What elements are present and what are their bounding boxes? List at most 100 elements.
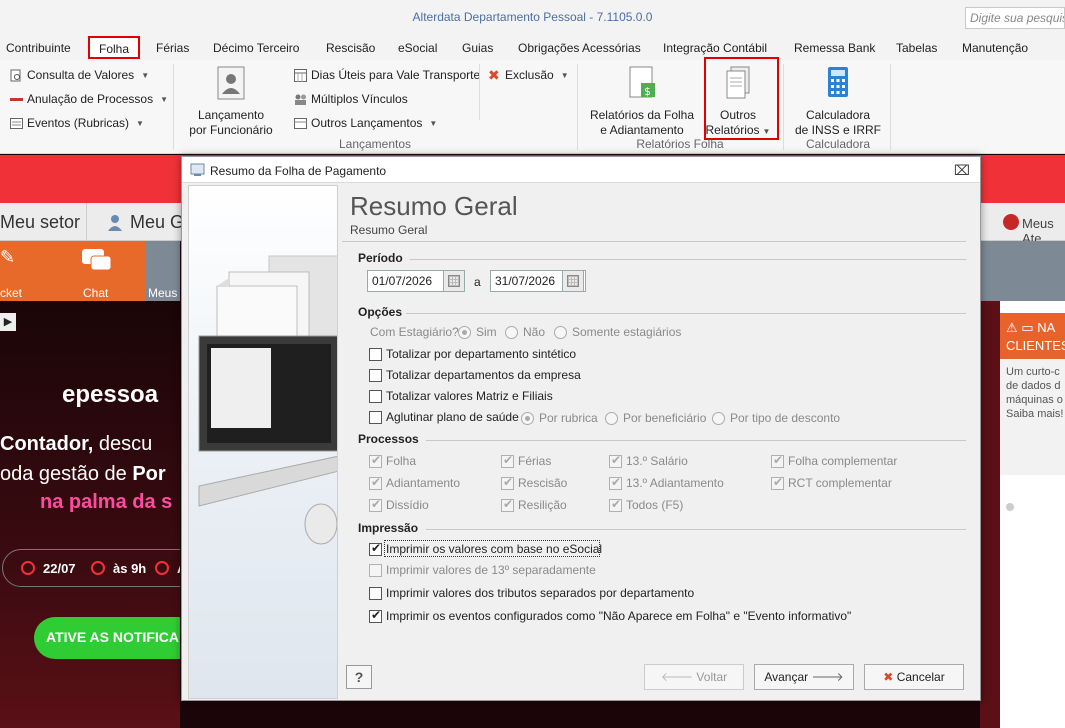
imprimir-13-checkbox[interactable] <box>369 564 382 577</box>
calculadora-button[interactable]: Calculadora de INSS e IRRF <box>794 66 882 138</box>
menu-rescisao[interactable]: Rescisão <box>326 41 375 55</box>
cancelar-button[interactable]: ✖ Cancelar <box>864 664 964 690</box>
calendar-icon <box>294 68 307 82</box>
epessoal-logo: epessoa <box>62 381 159 408</box>
list-icon <box>10 117 23 130</box>
menu-contribuinte[interactable]: Contribuinte <box>6 41 71 55</box>
menu-bar: Contribuinte Folha Férias Décimo Terceir… <box>0 36 1065 60</box>
people-icon <box>294 93 307 106</box>
calendar-end-icon[interactable] <box>562 270 584 292</box>
processo-rescisao-checkbox[interactable] <box>501 475 514 490</box>
calculator-icon <box>794 66 882 104</box>
menu-ferias[interactable]: Férias <box>156 41 189 55</box>
chat-icon <box>81 247 113 278</box>
period-separator: a <box>474 275 481 289</box>
estagiario-somente-radio[interactable] <box>554 326 567 339</box>
processo-rct-complementar-checkbox[interactable] <box>771 475 784 490</box>
processo-ferias-checkbox[interactable] <box>501 453 514 468</box>
anulacao-processos-button[interactable]: Anulação de Processos ▼ <box>10 92 168 106</box>
multiplos-vinculos-button[interactable]: Múltiplos Vínculos <box>294 92 408 106</box>
search-doc-icon <box>10 69 23 82</box>
aglutinar-plano-checkbox[interactable] <box>369 411 382 424</box>
cancel-bar-icon <box>10 93 23 106</box>
menu-tabelas[interactable]: Tabelas <box>896 41 937 55</box>
dias-uteis-button[interactable]: Dias Úteis para Vale Transporte <box>294 68 480 82</box>
ticket-tile[interactable]: ✎ cket <box>0 241 40 301</box>
menu-guias[interactable]: Guias <box>462 41 493 55</box>
processo-adiantamento-checkbox[interactable] <box>369 475 382 490</box>
chevron-down-icon: ▼ <box>560 70 569 80</box>
processo-13-salario-checkbox[interactable] <box>609 453 622 468</box>
exclusao-button[interactable]: ✖ Exclusão ▼ <box>488 68 569 83</box>
arrow-right-icon: 🡒 <box>811 670 844 684</box>
ticket-icon: ✎ <box>0 247 16 267</box>
voltar-button[interactable]: 🡐 Voltar <box>644 664 744 690</box>
processo-todos-checkbox[interactable] <box>609 497 622 512</box>
search-input[interactable]: Digite sua pesquisa <box>965 7 1065 29</box>
employee-form-icon <box>186 66 276 104</box>
estagiario-nao-radio[interactable] <box>505 326 518 339</box>
gray-strip <box>980 241 1065 301</box>
dialog-content: Resumo Geral Resumo Geral Período 01/07/… <box>338 185 974 645</box>
menu-folha[interactable]: Folha <box>88 36 141 59</box>
totalizar-depto-empresa-checkbox[interactable] <box>369 369 382 382</box>
menu-obrigacoes[interactable]: Obrigações Acessórias <box>518 41 641 55</box>
processo-resilicao-checkbox[interactable] <box>501 497 514 512</box>
group-relatorios-label: Relatórios Folha <box>636 137 724 151</box>
wizard-illustration <box>188 185 338 699</box>
app-title: Alterdata Departamento Pessoal - 7.1105.… <box>412 10 653 24</box>
focus-indicator <box>384 540 600 557</box>
meu-setor-tab[interactable]: Meu setor <box>0 212 80 233</box>
chevron-down-icon: ▼ <box>429 118 438 128</box>
section-impressao: Impressão <box>358 521 419 535</box>
processo-dissidio-checkbox[interactable] <box>369 497 382 512</box>
ribbon: Consulta de Valores ▼ Anulação de Process… <box>0 57 1065 154</box>
computer-documents-illustration <box>198 255 337 545</box>
eventos-rubricas-button[interactable]: Eventos (Rubricas) ▼ <box>10 116 144 130</box>
totalizar-depto-sintetico-checkbox[interactable] <box>369 348 382 361</box>
menu-remessa[interactable]: Remessa Bank <box>794 41 875 55</box>
lancamento-funcionario-button[interactable]: Lançamento por Funcionário <box>186 66 276 138</box>
cancel-x-icon: ✖ <box>883 670 894 684</box>
imprimir-esocial-checkbox[interactable] <box>369 541 382 556</box>
aglutinar-desconto-radio[interactable] <box>712 412 725 425</box>
relatorios-folha-button[interactable]: $ Relatórios da Folha e Adiantamento <box>588 66 696 138</box>
ative-notificacoes-button[interactable]: ATIVE AS NOTIFICA <box>34 617 180 659</box>
group-calculadora-label: Calculadora <box>805 137 871 151</box>
processo-folha-complementar-checkbox[interactable] <box>771 453 784 468</box>
section-processos: Processos <box>358 432 419 446</box>
chevron-down-icon: ▼ <box>160 94 168 104</box>
clock-icon <box>91 561 105 575</box>
outros-lancamentos-button[interactable]: Outros Lançamentos ▼ <box>294 116 437 130</box>
play-arrow-icon[interactable]: ▶ <box>0 313 16 331</box>
menu-manutencao[interactable]: Manutenção <box>962 41 1028 55</box>
estagiario-label: Com Estagiário? <box>370 325 459 339</box>
close-icon[interactable]: ⌧ <box>954 162 970 179</box>
imprimir-tributos-checkbox[interactable] <box>369 587 382 600</box>
group-lancamentos-label: Lançamentos <box>338 137 412 151</box>
help-button[interactable]: ? <box>346 665 372 689</box>
calendar-start-icon[interactable] <box>443 270 465 292</box>
menu-decimo-terceiro[interactable]: Décimo Terceiro <box>213 41 299 55</box>
processo-13-adiantamento-checkbox[interactable] <box>609 475 622 490</box>
warning-icon: ⚠ <box>1006 320 1018 335</box>
money-report-icon: $ <box>588 66 696 104</box>
notification-card: ⚠ ▭ NA CLIENTES Um curto-c de dados d má… <box>1000 313 1065 475</box>
consulta-valores-button[interactable]: Consulta de Valores ▼ <box>10 68 149 82</box>
processo-folha-checkbox[interactable] <box>369 453 382 468</box>
section-periodo: Período <box>358 251 403 265</box>
totalizar-matriz-checkbox[interactable] <box>369 390 382 403</box>
page-subtitle: Resumo Geral <box>350 223 428 237</box>
aglutinar-rubrica-radio[interactable] <box>521 412 534 425</box>
estagiario-sim-radio[interactable] <box>458 326 471 339</box>
imprimir-eventos-checkbox[interactable] <box>369 608 382 623</box>
avancar-button[interactable]: Avançar 🡒 <box>754 664 854 690</box>
menu-integracao[interactable]: Integração Contábil <box>663 41 767 55</box>
aglutinar-beneficiario-radio[interactable] <box>605 412 618 425</box>
saiba-mais-link[interactable]: Saiba mais! <box>1006 408 1063 420</box>
menu-esocial[interactable]: eSocial <box>398 41 437 55</box>
event-pill: 22/07 às 9h A <box>2 549 180 587</box>
carousel-dot[interactable] <box>1006 503 1014 511</box>
chat-tile[interactable]: Chat <box>62 241 132 301</box>
meus-tile[interactable]: Meus <box>145 241 180 301</box>
